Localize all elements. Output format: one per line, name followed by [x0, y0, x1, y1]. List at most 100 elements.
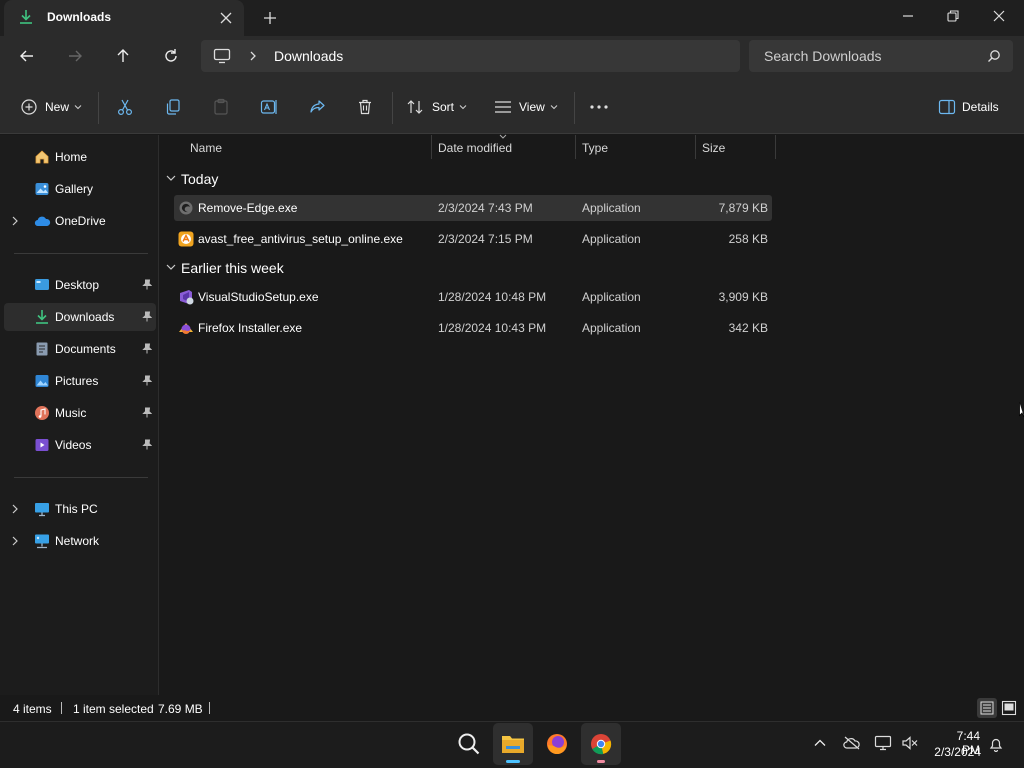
chevron-down-icon[interactable]	[166, 174, 176, 182]
breadcrumb[interactable]: Downloads	[274, 48, 343, 64]
chevron-down-icon[interactable]	[166, 263, 176, 271]
notification-bell-icon[interactable]	[988, 736, 1004, 752]
onedrive-offline-icon[interactable]	[843, 735, 861, 751]
up-icon[interactable]	[111, 44, 135, 68]
new-button[interactable]: New	[45, 100, 69, 114]
breadcrumb-chevron-icon[interactable]	[248, 50, 258, 62]
details-view-toggle-icon[interactable]	[977, 698, 997, 718]
chevron-right-icon[interactable]	[11, 504, 19, 514]
refresh-icon[interactable]	[159, 44, 183, 68]
view-button[interactable]: View	[519, 100, 545, 114]
new-tab-icon[interactable]	[260, 8, 280, 28]
chevron-down-icon[interactable]	[550, 104, 558, 110]
sidebar-item-home[interactable]: Home	[4, 143, 156, 171]
sidebar-item-pictures[interactable]: Pictures	[4, 367, 156, 395]
sidebar-item-label: Home	[55, 150, 88, 164]
restore-icon[interactable]	[930, 0, 976, 32]
chrome-icon[interactable]	[581, 723, 621, 765]
column-divider[interactable]	[695, 135, 696, 159]
forward-icon[interactable]	[63, 44, 87, 68]
sidebar-item-documents[interactable]: Documents	[4, 335, 156, 363]
sidebar-item-label: Pictures	[55, 374, 99, 388]
column-header-name[interactable]: Name	[190, 141, 222, 155]
sidebar-item-label: Videos	[55, 438, 92, 452]
sidebar-item-music[interactable]: Music	[4, 399, 156, 427]
column-header-date[interactable]: Date modified	[438, 141, 512, 155]
cut-icon[interactable]	[116, 98, 134, 116]
taskbar-search-icon[interactable]	[449, 723, 489, 765]
sort-indicator-icon	[499, 134, 507, 139]
search-icon[interactable]	[987, 49, 1001, 63]
sidebar-item-label: Desktop	[55, 278, 100, 292]
pin-icon[interactable]	[142, 375, 152, 386]
volume-muted-icon[interactable]	[901, 735, 919, 751]
column-divider[interactable]	[431, 135, 432, 159]
minimize-icon[interactable]	[885, 0, 931, 32]
group-header-today[interactable]: Today	[181, 171, 218, 187]
sidebar-item-gallery[interactable]: Gallery	[4, 175, 156, 203]
chevron-right-icon[interactable]	[11, 216, 19, 226]
visual-studio-icon	[178, 289, 194, 305]
chevron-down-icon[interactable]	[459, 104, 467, 110]
mouse-cursor-icon	[1019, 402, 1024, 418]
sidebar-item-onedrive[interactable]: OneDrive	[4, 207, 156, 235]
sidebar-item-label: This PC	[55, 502, 98, 516]
chevron-up-icon[interactable]	[813, 738, 827, 748]
column-header-type[interactable]: Type	[582, 141, 608, 155]
network-status-icon[interactable]	[874, 735, 892, 751]
close-window-icon[interactable]	[976, 0, 1022, 32]
file-row-avast[interactable]: avast_free_antivirus_setup_online.exe 2/…	[174, 226, 772, 252]
sort-icon[interactable]	[406, 98, 424, 116]
sidebar-item-downloads[interactable]: Downloads	[4, 303, 156, 331]
more-options-icon[interactable]	[589, 104, 609, 110]
pin-icon[interactable]	[142, 439, 152, 450]
chevron-right-icon[interactable]	[11, 536, 19, 546]
pin-icon[interactable]	[142, 311, 152, 322]
group-header-earlier-this-week[interactable]: Earlier this week	[181, 260, 284, 276]
file-row-firefox-installer[interactable]: Firefox Installer.exe 1/28/2024 10:43 PM…	[174, 315, 772, 341]
item-count: 4 items	[13, 702, 52, 716]
pin-icon[interactable]	[142, 279, 152, 290]
paste-icon[interactable]	[212, 98, 230, 116]
active-app-indicator	[506, 760, 520, 763]
rename-icon[interactable]	[260, 98, 278, 116]
pane-divider[interactable]	[158, 135, 159, 695]
details-button[interactable]: Details	[962, 100, 999, 114]
details-pane-icon[interactable]	[938, 99, 956, 115]
pin-icon[interactable]	[142, 343, 152, 354]
clock-date[interactable]: 2/3/2024	[926, 745, 981, 759]
sidebar-item-this-pc[interactable]: This PC	[4, 495, 156, 523]
chevron-down-icon[interactable]	[74, 104, 82, 110]
sidebar-item-videos[interactable]: Videos	[4, 431, 156, 459]
firefox-icon[interactable]	[537, 723, 577, 765]
running-app-indicator	[597, 760, 605, 763]
delete-icon[interactable]	[356, 98, 374, 116]
tab-downloads[interactable]: Downloads	[4, 0, 244, 36]
copy-icon[interactable]	[164, 98, 182, 116]
avast-icon	[178, 231, 194, 247]
music-icon	[34, 405, 50, 421]
this-pc-icon[interactable]	[213, 48, 231, 64]
file-explorer-icon[interactable]	[493, 723, 533, 765]
back-icon[interactable]	[15, 44, 39, 68]
column-divider[interactable]	[575, 135, 576, 159]
status-divider	[209, 702, 210, 714]
file-row-visualstudio[interactable]: VisualStudioSetup.exe 1/28/2024 10:48 PM…	[174, 284, 772, 310]
tab-title: Downloads	[47, 10, 112, 24]
column-header-size[interactable]: Size	[702, 141, 725, 155]
thumbnail-view-toggle-icon[interactable]	[999, 698, 1019, 718]
new-icon[interactable]	[20, 98, 38, 116]
column-divider[interactable]	[775, 135, 776, 159]
downloads-icon	[34, 309, 50, 325]
close-tab-icon[interactable]	[216, 8, 236, 28]
sidebar-item-label: Documents	[55, 342, 116, 356]
sort-button[interactable]: Sort	[432, 100, 454, 114]
sidebar-item-desktop[interactable]: Desktop	[4, 271, 156, 299]
view-icon[interactable]	[494, 99, 512, 115]
share-icon[interactable]	[308, 98, 326, 116]
file-row-remove-edge[interactable]: Remove-Edge.exe 2/3/2024 7:43 PM Applica…	[174, 195, 772, 221]
pin-icon[interactable]	[142, 407, 152, 418]
sidebar-item-network[interactable]: Network	[4, 527, 156, 555]
file-date: 1/28/2024 10:48 PM	[438, 290, 547, 304]
sidebar-item-label: OneDrive	[55, 214, 106, 228]
